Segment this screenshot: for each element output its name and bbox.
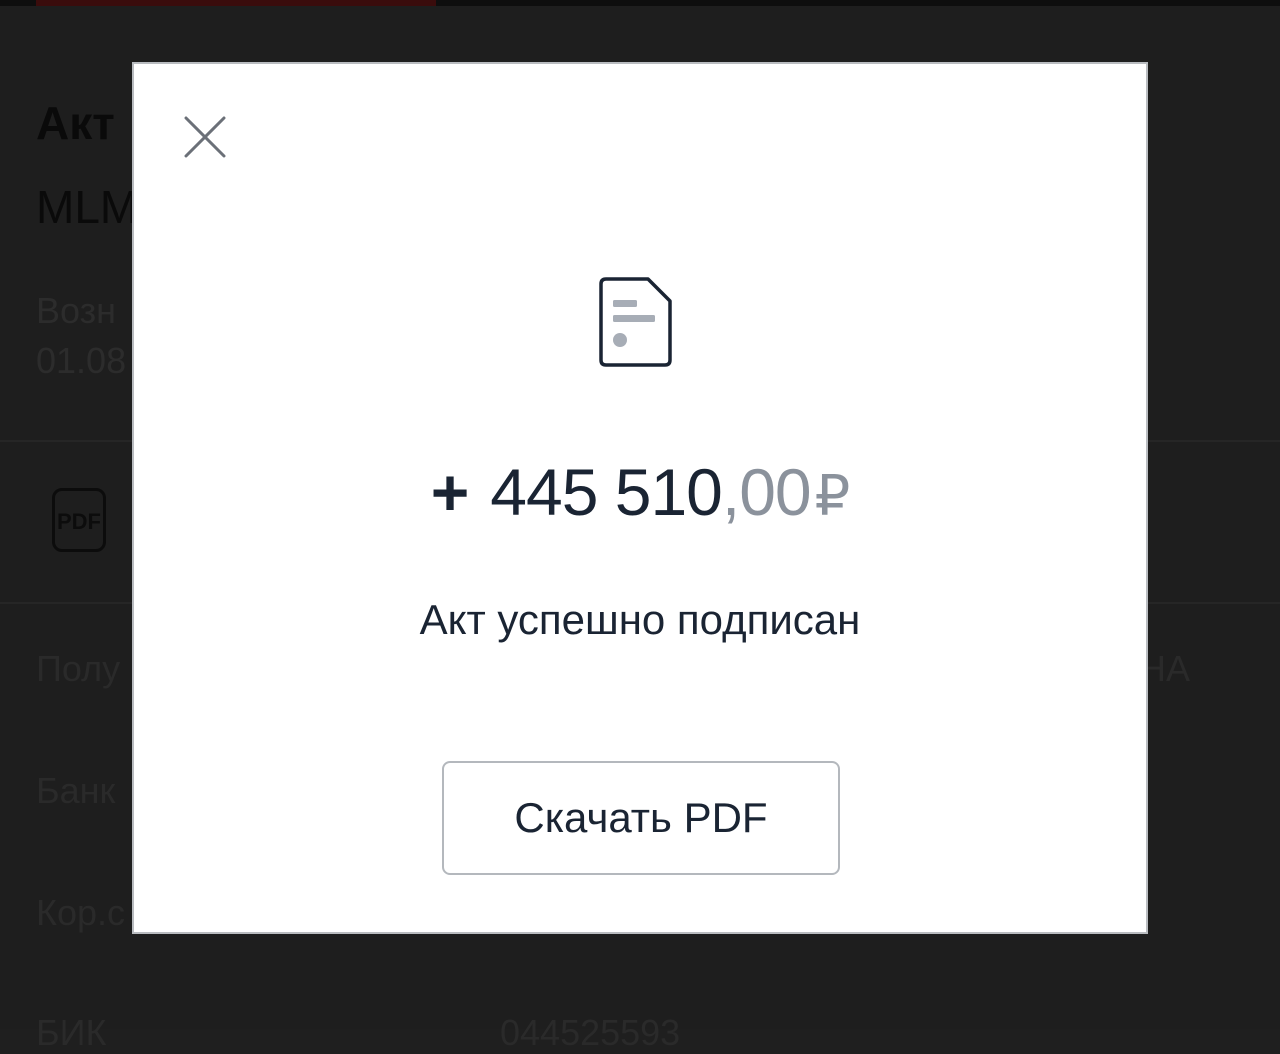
document-icon	[599, 277, 672, 367]
amount-sign: +	[430, 455, 470, 529]
close-icon	[184, 116, 226, 158]
pdf-file-icon: PDF	[52, 488, 106, 552]
download-pdf-button[interactable]: Скачать PDF	[442, 761, 840, 875]
close-button[interactable]	[182, 114, 228, 160]
pdf-icon-label: PDF	[55, 509, 103, 535]
row-label-bank: Банк	[36, 770, 116, 811]
amount-integer: 445 510	[490, 455, 723, 529]
success-modal: +445 510,00₽ Акт успешно подписан Скачат…	[132, 62, 1148, 934]
status-message: Акт успешно подписан	[419, 596, 861, 643]
row-label-corr-account: Кор.с	[36, 892, 126, 933]
top-bar-accent	[36, 0, 436, 6]
currency-symbol: ₽	[814, 464, 851, 527]
meta-line-2: 01.08	[36, 340, 127, 381]
top-bar	[0, 0, 1280, 6]
amount-fraction: ,00	[721, 455, 812, 529]
meta-line-1: Возн	[36, 290, 117, 331]
row-label-bik: БИК	[36, 1012, 107, 1053]
row-value-bik: 044525593	[500, 1012, 681, 1053]
page-subtitle: MLM	[36, 181, 139, 233]
row-label-recipient: Полу	[36, 648, 121, 689]
page-title: Акт	[36, 97, 115, 149]
amount: +445 510,00₽	[134, 454, 1146, 534]
